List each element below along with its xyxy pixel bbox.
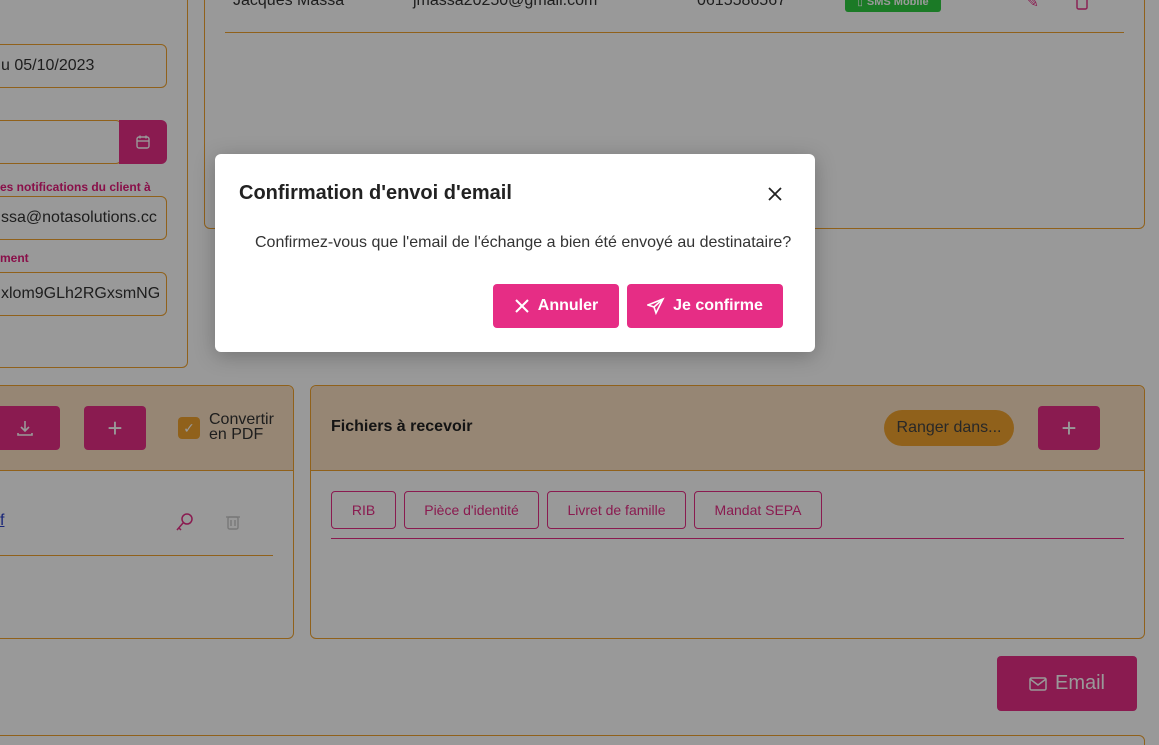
close-icon [768,187,782,201]
confirm-email-modal: Confirmation d'envoi d'email Confirmez-v… [215,154,815,352]
close-icon [515,299,529,313]
cancel-button-label: Annuler [537,297,599,314]
send-icon [647,297,665,315]
close-button[interactable] [765,184,785,204]
confirm-button-label: Je confirme [673,297,763,314]
modal-overlay[interactable] [0,0,1159,745]
modal-message: Confirmez-vous que l'email de l'échange … [255,234,792,251]
confirm-button[interactable]: Je confirme [627,284,783,328]
modal-title: Confirmation d'envoi d'email [239,182,512,204]
cancel-button[interactable]: Annuler [493,284,619,328]
